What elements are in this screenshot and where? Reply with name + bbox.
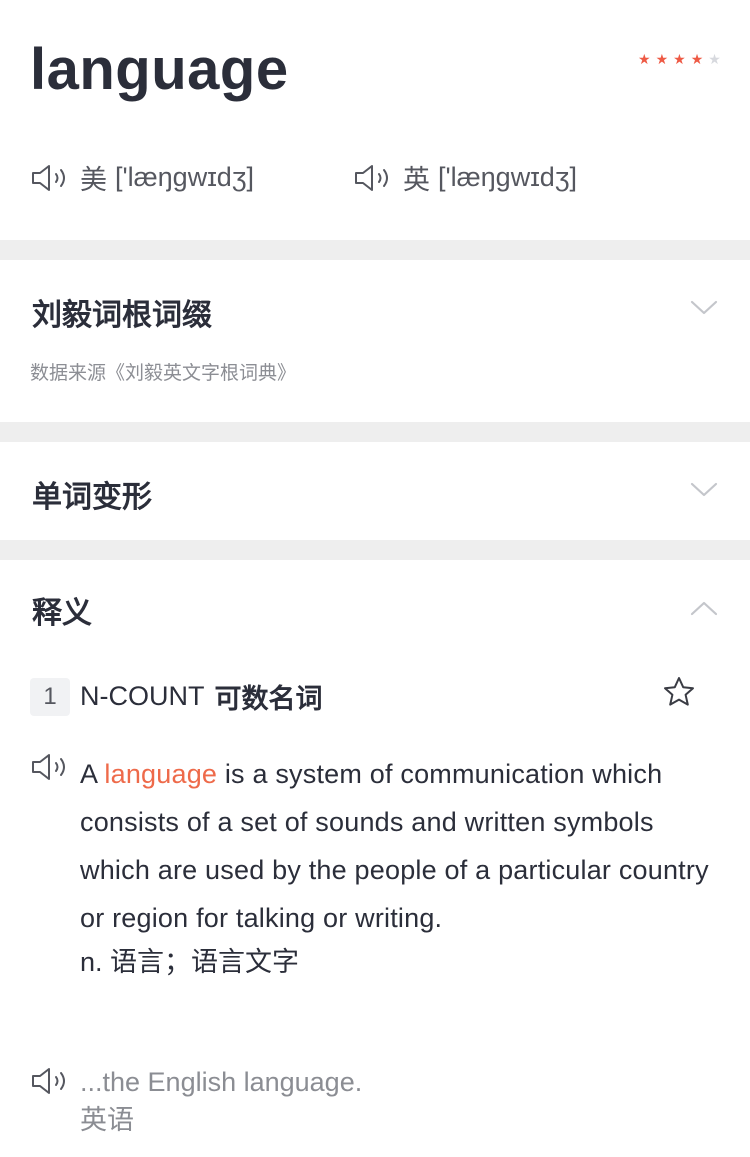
pron-region: 美: [80, 165, 107, 195]
definition-pre: A: [80, 759, 105, 789]
chevron-down-icon[interactable]: [690, 300, 718, 316]
definition-text: A language is a system of communication …: [80, 750, 710, 942]
chevron-down-icon[interactable]: [690, 482, 718, 498]
chevron-up-icon[interactable]: [690, 600, 718, 616]
definitions-title: 释义: [32, 597, 92, 630]
headword: language: [30, 37, 289, 102]
section-divider: [0, 540, 750, 560]
definition-headword: language: [104, 759, 218, 789]
pron-ipa: ['læŋgwɪdʒ]: [438, 162, 578, 192]
forms-section[interactable]: 单词变形: [0, 442, 750, 540]
speaker-icon[interactable]: [30, 163, 72, 193]
roots-title: 刘毅词根词缀: [32, 299, 212, 332]
rating-star-icon: ★: [708, 51, 721, 67]
pron-region: 英: [403, 165, 430, 195]
rating-star-icon: ★: [673, 51, 686, 67]
definitions-section: 释义 1 N-COUNT 可数名词 A language is a system…: [0, 560, 750, 1157]
part-of-speech: N-COUNT: [80, 681, 205, 711]
example-block: ...the English language. 英语: [30, 1064, 710, 1140]
favorite-star-icon[interactable]: [662, 675, 696, 709]
roots-section[interactable]: 刘毅词根词缀 数据来源《刘毅英文字根词典》: [0, 260, 750, 422]
example-zh: 英语: [80, 1105, 134, 1135]
rating-star-icon: ★: [655, 51, 669, 67]
speaker-icon[interactable]: [30, 1066, 72, 1096]
sense-header: 1 N-COUNT 可数名词: [30, 677, 322, 716]
speaker-icon[interactable]: [353, 163, 395, 193]
rating-star-icon: ★: [638, 51, 651, 67]
rating-stars: ★ ★ ★ ★ ★: [638, 52, 721, 66]
rating-star-icon: ★: [690, 51, 704, 67]
word-header: language ★ ★ ★ ★ ★ 美 ['læŋgwɪdʒ] 英 ['læŋgwɪd…: [0, 0, 750, 240]
definition-zh: n. 语言；语言文字: [80, 947, 300, 977]
source-note: 数据来源《刘毅英文字根词典》: [30, 363, 297, 384]
section-divider: [0, 240, 750, 260]
section-divider: [0, 422, 750, 442]
pronunciation-uk[interactable]: 英 ['læŋgwɪdʒ]: [353, 158, 676, 197]
pronunciation-us[interactable]: 美 ['læŋgwɪdʒ]: [30, 158, 353, 197]
sense-number: 1: [30, 677, 70, 716]
pron-ipa: ['læŋgwɪdʒ]: [115, 162, 255, 192]
forms-title: 单词变形: [32, 481, 152, 514]
example-en: ...the English language.: [80, 1067, 363, 1097]
speaker-icon[interactable]: [30, 752, 72, 782]
part-of-speech-zh: 可数名词: [214, 684, 323, 714]
definition-block: A language is a system of communication …: [30, 750, 710, 982]
pronunciation-row: 美 ['læŋgwɪdʒ] 英 ['læŋgwɪdʒ]: [30, 158, 676, 197]
